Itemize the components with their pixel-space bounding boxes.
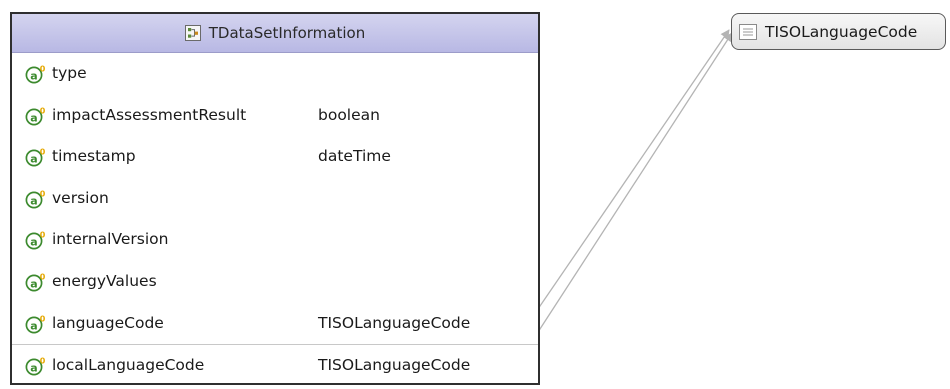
svg-text:0: 0 bbox=[40, 65, 46, 74]
attribute-name: impactAssessmentResult bbox=[52, 105, 247, 124]
attribute-icon: a0 bbox=[25, 272, 46, 292]
attribute-type: TISOLanguageCode bbox=[318, 356, 471, 375]
attribute-icon: a0 bbox=[25, 314, 46, 334]
attribute-name: version bbox=[52, 188, 109, 207]
attribute-name: internalVersion bbox=[52, 230, 169, 249]
enumeration-icon bbox=[739, 23, 757, 40]
svg-text:a: a bbox=[30, 319, 37, 332]
svg-text:0: 0 bbox=[40, 272, 46, 281]
attribute-icon: a0 bbox=[25, 106, 46, 126]
svg-text:a: a bbox=[30, 69, 37, 82]
attribute-row[interactable]: a 0 localLanguageCode TISOLanguageCode bbox=[12, 344, 538, 386]
attribute-row[interactable]: a 0 type bbox=[12, 53, 538, 95]
attribute-row[interactable]: a 0 internalVersion bbox=[12, 219, 538, 261]
svg-text:0: 0 bbox=[40, 189, 46, 198]
attribute-type: TISOLanguageCode bbox=[318, 313, 471, 332]
svg-text:a: a bbox=[30, 194, 37, 207]
svg-text:0: 0 bbox=[40, 314, 46, 323]
attribute-type: boolean bbox=[318, 105, 380, 124]
attribute-name: localLanguageCode bbox=[52, 356, 205, 375]
svg-text:a: a bbox=[30, 361, 37, 374]
attribute-list: a 0 type a 0 impactAssessmentResult boolean a 0 t… bbox=[12, 53, 538, 386]
connector-localLanguageCode bbox=[526, 32, 733, 350]
attribute-row[interactable]: a 0 impactAssessmentResult boolean bbox=[12, 95, 538, 137]
attribute-name: energyValues bbox=[52, 271, 157, 290]
class-name: TDataSetInformation bbox=[208, 24, 366, 42]
class-icon bbox=[184, 25, 201, 41]
attribute-row[interactable]: a 0 languageCode TISOLanguageCode bbox=[12, 303, 538, 345]
svg-text:0: 0 bbox=[40, 231, 46, 240]
svg-text:a: a bbox=[30, 236, 37, 249]
attribute-icon: a0 bbox=[25, 148, 46, 167]
svg-text:0: 0 bbox=[40, 148, 46, 157]
attribute-icon: a0 bbox=[25, 357, 46, 376]
svg-text:a: a bbox=[30, 277, 37, 290]
attribute-icon: a0 bbox=[25, 189, 46, 209]
attribute-row[interactable]: a 0 timestamp dateTime bbox=[12, 136, 538, 178]
attribute-icon: a0 bbox=[25, 65, 46, 84]
attribute-icon: a0 bbox=[25, 231, 46, 250]
svg-text:a: a bbox=[30, 111, 37, 124]
svg-text:0: 0 bbox=[40, 106, 46, 115]
attribute-name: languageCode bbox=[52, 313, 164, 332]
attribute-row[interactable]: a 0 version bbox=[12, 178, 538, 220]
enumeration-box-tisolanguagecode[interactable]: TISOLanguageCode bbox=[731, 13, 946, 50]
attribute-row[interactable]: a 0 energyValues bbox=[12, 261, 538, 303]
svg-text:a: a bbox=[30, 152, 37, 165]
attribute-name: type bbox=[52, 64, 87, 82]
attribute-type: dateTime bbox=[318, 147, 391, 166]
class-header[interactable]: TDataSetInformation bbox=[12, 14, 538, 53]
class-box-tdatasetinformation[interactable]: TDataSetInformation a 0 type a 0 impactAssess… bbox=[10, 12, 540, 385]
enumeration-name: TISOLanguageCode bbox=[765, 22, 918, 41]
connector-languageCode bbox=[526, 29, 730, 326]
attribute-name: timestamp bbox=[52, 147, 136, 166]
svg-text:0: 0 bbox=[40, 357, 46, 366]
